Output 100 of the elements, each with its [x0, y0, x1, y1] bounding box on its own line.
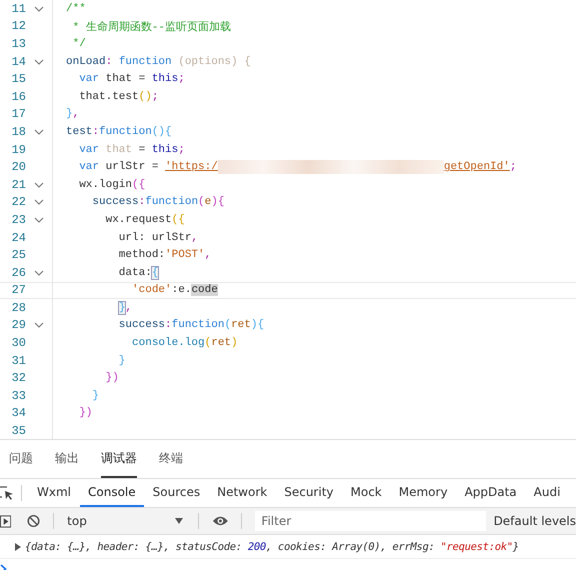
code-token: 'code': [131, 284, 172, 296]
code-token: :: [106, 56, 114, 68]
line-number: 34: [10, 406, 26, 420]
code-token: :: [92, 126, 100, 138]
code-token: }: [91, 390, 100, 402]
chevron-down-icon[interactable]: [34, 6, 44, 12]
line-number: 19: [10, 142, 26, 157]
code-token: this: [152, 144, 178, 156]
devtools-tab[interactable]: Sources: [144, 479, 208, 507]
chevron-down-icon[interactable]: [34, 182, 44, 188]
line-number: 21: [10, 178, 26, 192]
code-token: }: [66, 108, 73, 120]
code-token: * 生命周期函数--监听页面加载: [72, 20, 232, 34]
code-token: (options) {: [177, 56, 251, 68]
eye-icon[interactable]: [212, 515, 228, 527]
chevron-down-icon[interactable]: [34, 216, 44, 223]
expand-triangle-icon[interactable]: [15, 542, 21, 550]
code-token: /**: [66, 2, 86, 15]
line-number: 28: [10, 300, 26, 315]
line-number: 24: [10, 230, 26, 245]
line-number: 22: [10, 195, 26, 210]
code-token: this: [152, 73, 178, 86]
line-number: 25: [10, 248, 26, 262]
code-token: console.log: [131, 337, 205, 350]
panel-tab[interactable]: 调试器: [101, 450, 137, 478]
sidebar-toggle-icon[interactable]: [0, 514, 12, 528]
devtools-tab[interactable]: Security: [276, 479, 342, 507]
line-number: 27: [10, 283, 26, 298]
code-token: that: [106, 144, 132, 156]
code-token: ({: [132, 178, 146, 191]
code-token: ,: [204, 249, 212, 262]
chevron-down-icon[interactable]: [34, 58, 44, 65]
line-number: 23: [10, 212, 26, 227]
code-token: ret: [211, 337, 232, 350]
panel-tab[interactable]: 终端: [159, 450, 183, 478]
log-message: {data: {…}, header: {…}, statusCode: 200, cookies: Array(0), errMsg: "request:ok"}: [25, 540, 519, 552]
code-token: success: [118, 319, 166, 332]
chevron-down-icon[interactable]: [34, 128, 44, 135]
panel-tab[interactable]: 输出: [55, 450, 79, 478]
line-number: 30: [10, 336, 26, 350]
code-token: }): [78, 407, 92, 420]
code-token: }: [118, 302, 126, 314]
code-token: :: [138, 196, 146, 208]
line-number: 12: [10, 19, 26, 34]
line-number: 29: [10, 318, 26, 332]
code-token: urlStr =: [104, 161, 160, 174]
code-token: test: [66, 126, 92, 138]
code-token: success: [91, 196, 139, 208]
context-selector[interactable]: top: [67, 514, 185, 528]
devtools-tab[interactable]: Mock: [342, 479, 390, 507]
line-number: 35: [10, 424, 26, 438]
code-token: :e.: [172, 284, 192, 296]
code-token: function: [118, 56, 172, 68]
code-token: wx.request: [104, 214, 172, 226]
code-token: e: [204, 196, 212, 208]
devtools-tab[interactable]: Network: [209, 479, 276, 507]
code-token: }: [118, 354, 126, 367]
code-token: var: [78, 73, 100, 86]
code-token: var: [78, 161, 100, 174]
code-token: ){: [211, 196, 224, 208]
log-levels-dropdown[interactable]: Default levels: [492, 514, 576, 528]
code-token: ,: [72, 108, 80, 120]
line-number: 33: [10, 388, 26, 403]
line-number: 32: [10, 371, 26, 386]
filter-field[interactable]: Filter: [255, 511, 486, 531]
clear-console-icon[interactable]: [27, 514, 40, 528]
code-token: ,: [125, 302, 132, 314]
code-token: ret: [231, 319, 251, 332]
code-token: ;: [152, 90, 158, 103]
line-number: 13: [10, 36, 26, 51]
code-token: (: [224, 319, 232, 332]
caret-icon[interactable]: [174, 518, 183, 524]
line-number: 18: [10, 124, 26, 139]
code-token: code: [191, 284, 218, 296]
line-number: 17: [10, 107, 26, 122]
line-number: 20: [10, 160, 26, 174]
code-token: =: [138, 144, 146, 156]
code-token: function: [172, 319, 224, 332]
code-token: function: [99, 126, 152, 138]
code-token: data:: [118, 266, 152, 279]
devtools-tab[interactable]: Memory: [390, 479, 456, 507]
devtools-tab[interactable]: AppData: [456, 479, 525, 507]
line-number: 31: [10, 354, 26, 368]
devtools-tab[interactable]: Audi: [526, 479, 568, 507]
inspect-cursor-icon[interactable]: [0, 486, 14, 500]
code-token: ): [231, 337, 238, 350]
chevron-down-icon[interactable]: [34, 270, 44, 276]
code-token: ;: [510, 161, 516, 174]
chevron-down-icon[interactable]: [34, 322, 44, 328]
code-token: (: [204, 337, 212, 350]
code-token: {: [152, 266, 158, 279]
code-token: (: [198, 196, 205, 208]
code-token: wx.login: [78, 178, 132, 191]
code-token: ;: [178, 73, 185, 86]
panel-tab[interactable]: 问题: [9, 450, 33, 478]
chevron-down-icon[interactable]: [34, 199, 44, 206]
line-number: 16: [10, 90, 26, 104]
devtools-tab[interactable]: Wxml: [29, 479, 79, 507]
code-token: (): [138, 90, 152, 103]
code-token: ,: [191, 232, 198, 244]
